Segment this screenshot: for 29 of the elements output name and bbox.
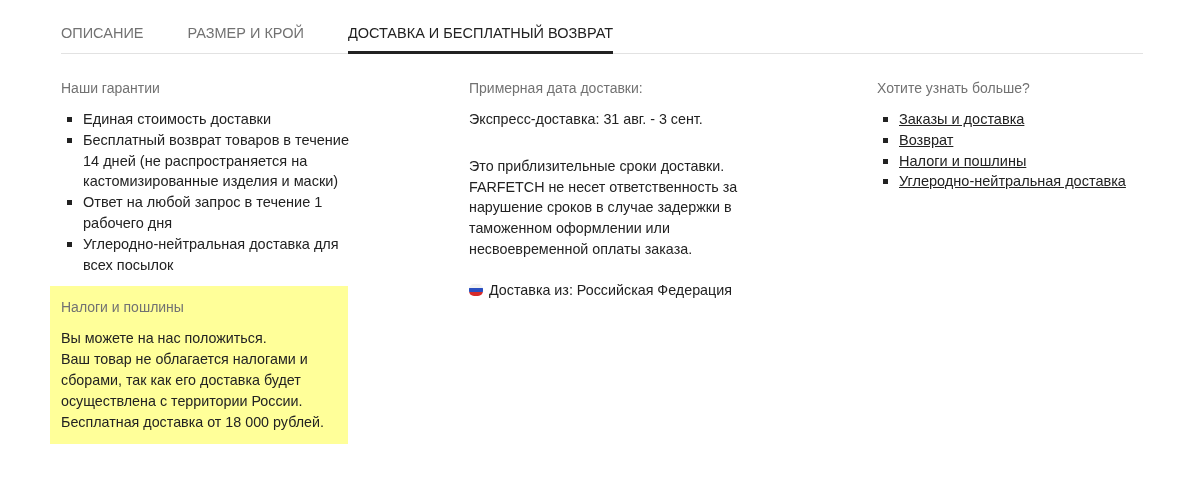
delivery-note: Это приблизительные сроки доставки. FARFETCH не несет ответственность за нарушение сроков в случае задержки в таможенном оформлении или несвоевременной оплаты заказа.: [469, 156, 739, 259]
tab[interactable]: ДОСТАВКА И БЕСПЛАТНЫЙ ВОЗВРАТ: [347, 21, 614, 54]
tab[interactable]: ОПИСАНИЕ: [61, 21, 144, 54]
bullet-icon: [883, 117, 888, 122]
bullet-icon: [67, 200, 72, 206]
list-item: Ответ на любой запрос в течение 1 рабочего дня: [83, 193, 324, 233]
bullet-icon: [883, 179, 888, 185]
bullet-icon: [883, 137, 888, 143]
list-item: Углеродно-нейтральная доставка для всех посылок: [83, 234, 340, 275]
notice-heading: Налоги и пошлины: [61, 298, 185, 318]
list-item: Бесплатный возврат товаров в течение 14 дней (не распространяется на кастомизированные изделия и маски): [83, 130, 350, 192]
section-heading: Примерная дата доставки:: [469, 79, 644, 98]
link[interactable]: Возврат: [899, 129, 954, 151]
bullet-icon: [67, 117, 72, 122]
bullet-icon: [67, 137, 72, 143]
tab[interactable]: РАЗМЕР И КРОЙ: [187, 21, 304, 54]
link[interactable]: Заказы и доставка: [899, 109, 1025, 130]
section-heading: Хотите узнать больше?: [877, 79, 1031, 98]
list-item: Единая стоимость доставки: [83, 110, 273, 129]
notice-text: Ваш товар не облагается налогами и сборами, так как его доставка будет осуществлена с территории России. Бесплатная доставка от 18 000 рублей.: [61, 350, 325, 432]
link[interactable]: Углеродно-нейтральная доставка: [899, 171, 1126, 193]
flag-icon: [469, 284, 483, 297]
delivery-date: Экспресс-доставка: 31 авг. - 3 сент.: [469, 110, 704, 129]
origin-text: Доставка из: Российская Федерация: [489, 280, 732, 300]
bullet-icon: [883, 158, 888, 164]
link[interactable]: Налоги и пошлины: [899, 150, 1027, 172]
notice-text: Вы можете на нас положиться.: [61, 329, 268, 349]
bullet-icon: [67, 241, 72, 247]
section-heading: Наши гарантии: [61, 79, 161, 98]
